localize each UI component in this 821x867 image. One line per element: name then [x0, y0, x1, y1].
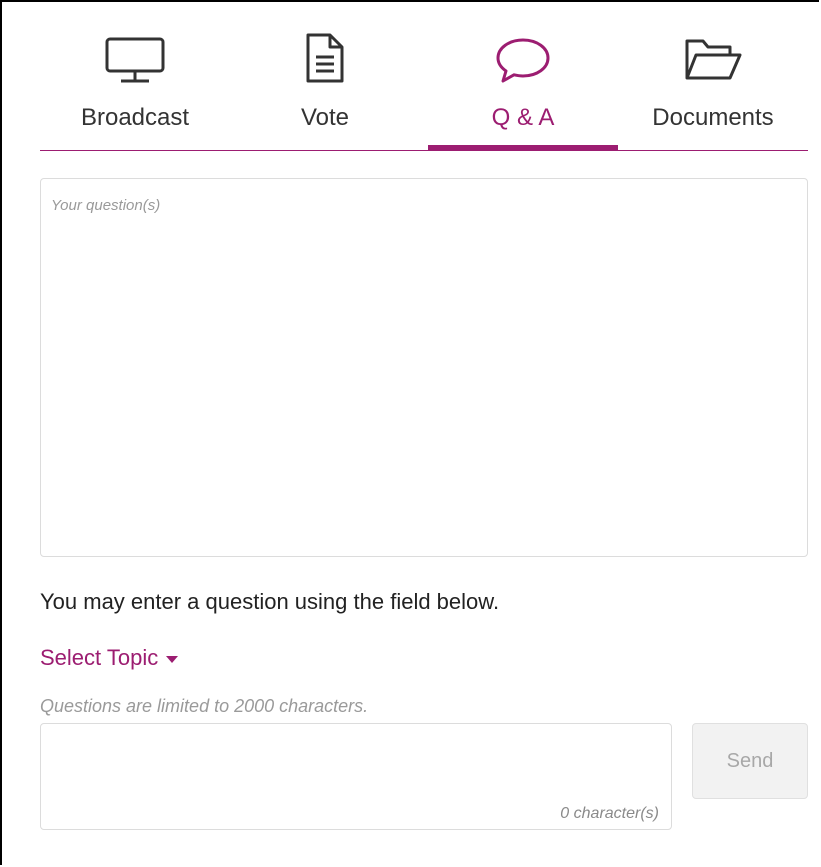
- document-icon: [305, 32, 345, 89]
- app-frame: Broadcast Vote Q & A Documents Your ques…: [0, 0, 819, 865]
- caret-down-icon: [166, 655, 179, 663]
- send-button[interactable]: Send: [692, 723, 808, 799]
- character-counter: 0 character(s): [560, 805, 659, 822]
- instruction-text: You may enter a question using the field…: [40, 589, 500, 614]
- speech-bubble-icon: [495, 36, 551, 89]
- character-limit-note: Questions are limited to 2000 characters…: [40, 696, 369, 716]
- questions-display-area[interactable]: Your question(s): [40, 178, 808, 557]
- tab-vote-label: Vote: [300, 104, 350, 131]
- active-tab-indicator: [428, 145, 618, 151]
- folder-open-icon: [683, 36, 743, 87]
- select-topic-label: Select Topic: [40, 645, 159, 670]
- select-topic-dropdown[interactable]: Select Topic: [40, 645, 179, 671]
- tab-broadcast[interactable]: Broadcast: [40, 4, 230, 150]
- tab-documents-label: Documents: [652, 104, 774, 131]
- tab-bar: Broadcast Vote Q & A Documents: [40, 4, 808, 151]
- tab-documents[interactable]: Documents: [618, 4, 808, 150]
- tab-qa[interactable]: Q & A: [428, 4, 618, 151]
- monitor-icon: [104, 36, 166, 89]
- tab-broadcast-label: Broadcast: [80, 104, 190, 131]
- questions-placeholder: Your question(s): [51, 197, 161, 214]
- tab-qa-label: Q & A: [491, 104, 555, 131]
- tab-vote[interactable]: Vote: [230, 4, 420, 150]
- question-input[interactable]: 0 character(s): [40, 723, 672, 830]
